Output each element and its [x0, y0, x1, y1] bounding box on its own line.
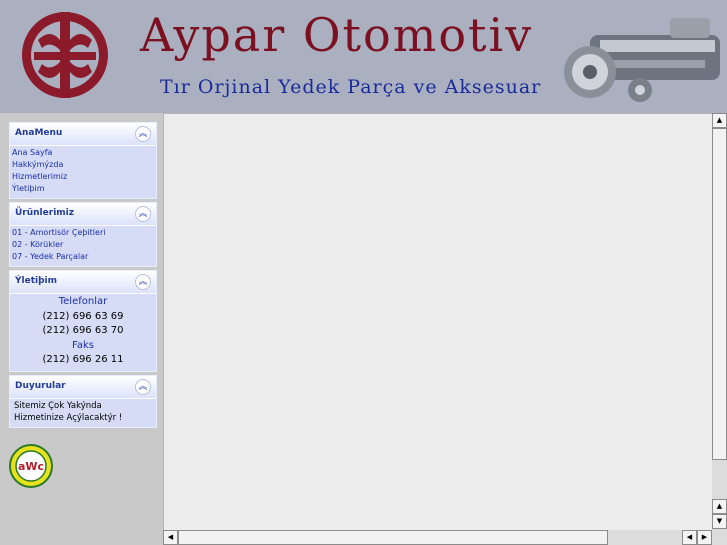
- horizontal-scroll-thumb[interactable]: [178, 530, 608, 545]
- site-subtitle: Tır Orjinal Yedek Parça ve Aksesuar: [160, 76, 542, 98]
- horizontal-scrollbar[interactable]: ◀ ◀ ▶: [163, 530, 712, 545]
- panel-header: Duyurular ︽: [10, 376, 156, 399]
- panel-body: 01 - Amortisör Çeþitleri 02 - Körükler 0…: [10, 226, 156, 266]
- announcement-line-2: Hizmetinize Açýlacaktýr !: [14, 413, 123, 423]
- scroll-right-icon[interactable]: ▶: [697, 530, 712, 545]
- panel-header: AnaMenu ︽: [10, 123, 156, 146]
- double-chevron-up-icon[interactable]: ︽: [135, 274, 151, 290]
- product-link-amortisor[interactable]: 01 - Amortisör Çeþitleri: [12, 227, 154, 239]
- main-content: [163, 113, 714, 531]
- phone-number-1: (212) 696 63 69: [42, 310, 124, 322]
- scroll-left-right-icon[interactable]: ◀: [682, 530, 697, 545]
- product-link-korukler[interactable]: 02 - Körükler: [12, 239, 154, 251]
- site-title: Aypar Otomotiv: [140, 8, 534, 62]
- phone-number-2: (212) 696 63 70: [42, 325, 124, 336]
- panel-body: Ana Sayfa Hakkýmýzda Hizmetlerimiz Ýleti…: [10, 146, 156, 198]
- double-chevron-up-icon[interactable]: ︽: [135, 126, 151, 142]
- scroll-left-icon[interactable]: ◀: [163, 530, 178, 545]
- menu-link-ana-sayfa[interactable]: Ana Sayfa: [12, 147, 154, 159]
- panel-title: Duyurular: [15, 381, 66, 391]
- urunlerimiz-panel: Ürünlerimiz ︽ 01 - Amortisör Çeþitleri 0…: [9, 202, 157, 267]
- engine-illustration: [564, 18, 720, 102]
- scroll-up-lower-icon[interactable]: ▲: [712, 499, 727, 514]
- site-header: Aypar Otomotiv Tır Orjinal Yedek Parça v…: [0, 0, 727, 113]
- anamenu-panel: AnaMenu ︽ Ana Sayfa Hakkýmýzda Hizmetler…: [9, 122, 157, 199]
- scrollbar-corner: [712, 530, 727, 545]
- company-logo: [22, 12, 108, 98]
- double-chevron-up-icon[interactable]: ︽: [135, 206, 151, 222]
- menu-link-hizmetlerimiz[interactable]: Hizmetlerimiz: [12, 171, 154, 183]
- menu-link-hakkimizda[interactable]: Hakkýmýzda: [12, 159, 154, 171]
- announcement-line-1: Sitemiz Çok Yakýnda: [14, 401, 102, 411]
- double-chevron-up-icon[interactable]: ︽: [135, 379, 151, 395]
- panel-header: Ürünlerimiz ︽: [10, 203, 156, 226]
- fax-number: (212) 696 26 11: [42, 354, 124, 365]
- panel-body: Telefonlar (212) 696 63 69 (212) 696 63 …: [10, 294, 156, 371]
- product-link-yedek-parcalar[interactable]: 07 - Yedek Parçalar: [12, 251, 154, 263]
- panel-body: Sitemiz Çok Yakýnda Hizmetinize Açýlacak…: [10, 399, 156, 427]
- panel-title: Ýletiþim: [15, 276, 57, 286]
- fax-heading: Faks: [72, 339, 94, 351]
- phones-heading: Telefonlar: [58, 296, 108, 307]
- panel-title: AnaMenu: [15, 128, 63, 138]
- duyurular-panel: Duyurular ︽ Sitemiz Çok Yakýnda Hizmetin…: [9, 375, 157, 428]
- badge-text: aWc: [18, 460, 44, 473]
- panel-title: Ürünlerimiz: [15, 208, 74, 218]
- scroll-down-icon[interactable]: ▼: [712, 514, 727, 529]
- iletisim-panel: Ýletiþim ︽ Telefonlar (212) 696 63 69 (2…: [9, 270, 157, 372]
- scroll-up-icon[interactable]: ▲: [712, 113, 727, 128]
- awc-badge-icon[interactable]: aWc: [9, 444, 53, 488]
- menu-link-iletisim[interactable]: Ýletiþim: [12, 183, 154, 195]
- sidebar: AnaMenu ︽ Ana Sayfa Hakkýmýzda Hizmetler…: [0, 113, 163, 545]
- vertical-scroll-thumb[interactable]: [712, 128, 727, 460]
- vertical-scrollbar[interactable]: ▲ ▲ ▼: [712, 113, 727, 530]
- panel-header: Ýletiþim ︽: [10, 271, 156, 294]
